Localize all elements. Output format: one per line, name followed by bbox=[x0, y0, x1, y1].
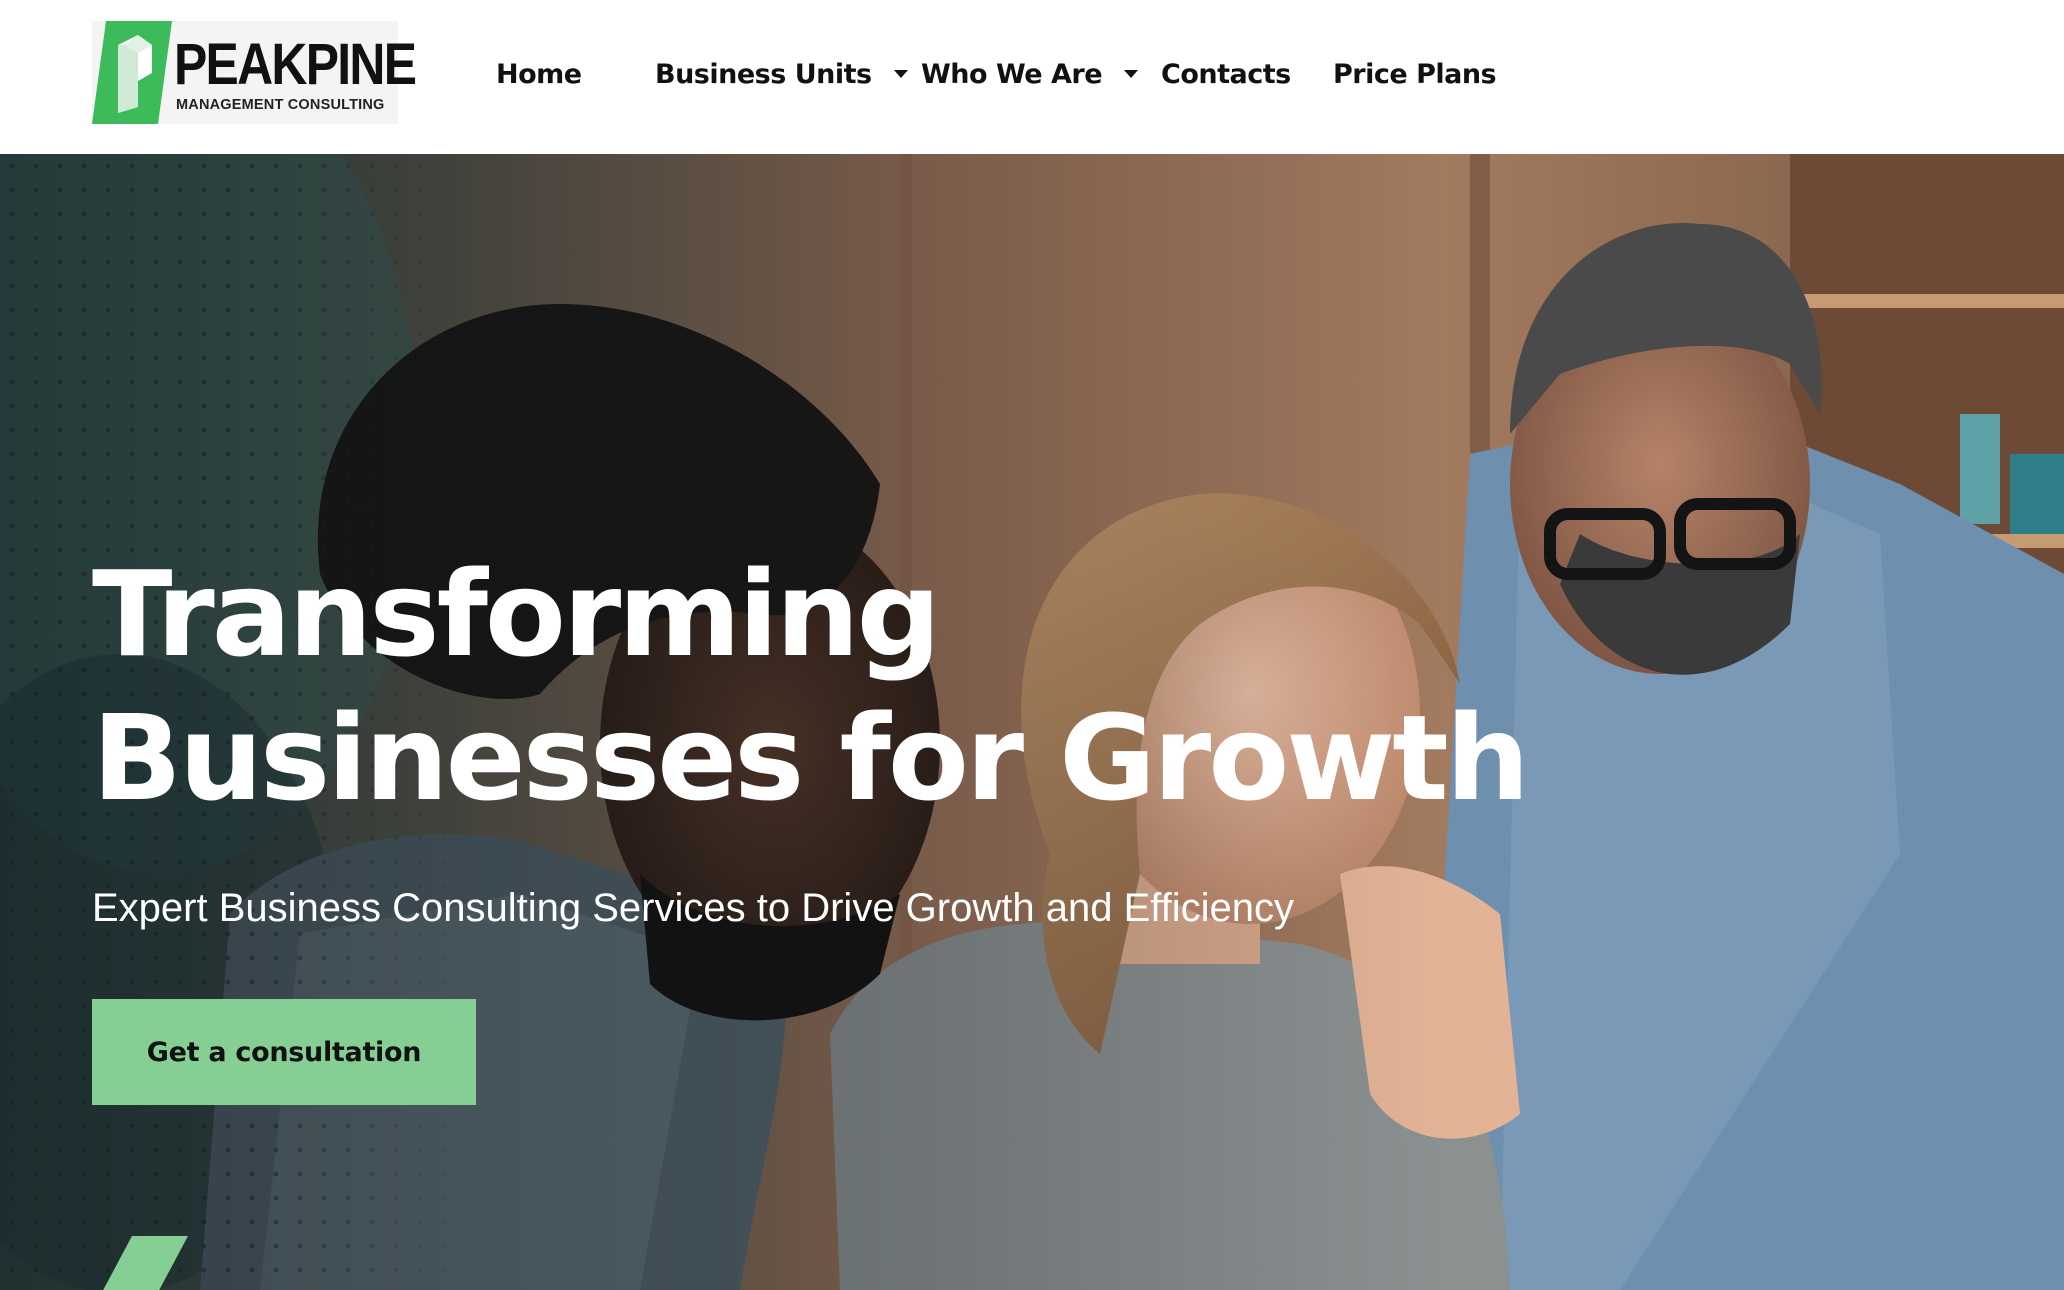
nav-price-plans[interactable]: Price Plans bbox=[1333, 50, 1497, 98]
hero-title-line-1: Transforming bbox=[92, 545, 941, 683]
nav-home[interactable]: Home bbox=[496, 50, 582, 98]
caret-down-icon bbox=[1124, 70, 1139, 78]
caret-down-icon bbox=[893, 70, 908, 78]
nav-who-we-are[interactable]: Who We Are bbox=[921, 50, 1139, 98]
hero-title-line-2: Businesses for Growth bbox=[92, 689, 1530, 827]
nav-label: Who We Are bbox=[921, 58, 1103, 90]
peakpine-logo-icon bbox=[92, 21, 172, 124]
hero-section: Transforming Businesses for Growth Exper… bbox=[0, 154, 2064, 1290]
brand-tagline: MANAGEMENT CONSULTING bbox=[176, 97, 385, 113]
nav-label: Home bbox=[496, 58, 582, 90]
brand-logo[interactable]: PEAKPINE MANAGEMENT CONSULTING bbox=[92, 21, 417, 124]
nav-label: Contacts bbox=[1161, 58, 1291, 90]
green-accent-shape bbox=[103, 1236, 188, 1290]
nav-label: Price Plans bbox=[1333, 58, 1497, 90]
nav-label: Business Units bbox=[655, 58, 872, 90]
nav-business-units[interactable]: Business Units bbox=[655, 50, 908, 98]
nav-contacts[interactable]: Contacts bbox=[1161, 50, 1291, 98]
get-consultation-button[interactable]: Get a consultation bbox=[92, 999, 476, 1105]
hero-title: Transforming Businesses for Growth bbox=[92, 542, 1530, 830]
hero-subtitle: Expert Business Consulting Services to D… bbox=[92, 886, 1295, 930]
site-header: PEAKPINE MANAGEMENT CONSULTING Home Busi… bbox=[0, 0, 2064, 154]
brand-name: PEAKPINE bbox=[174, 32, 417, 97]
